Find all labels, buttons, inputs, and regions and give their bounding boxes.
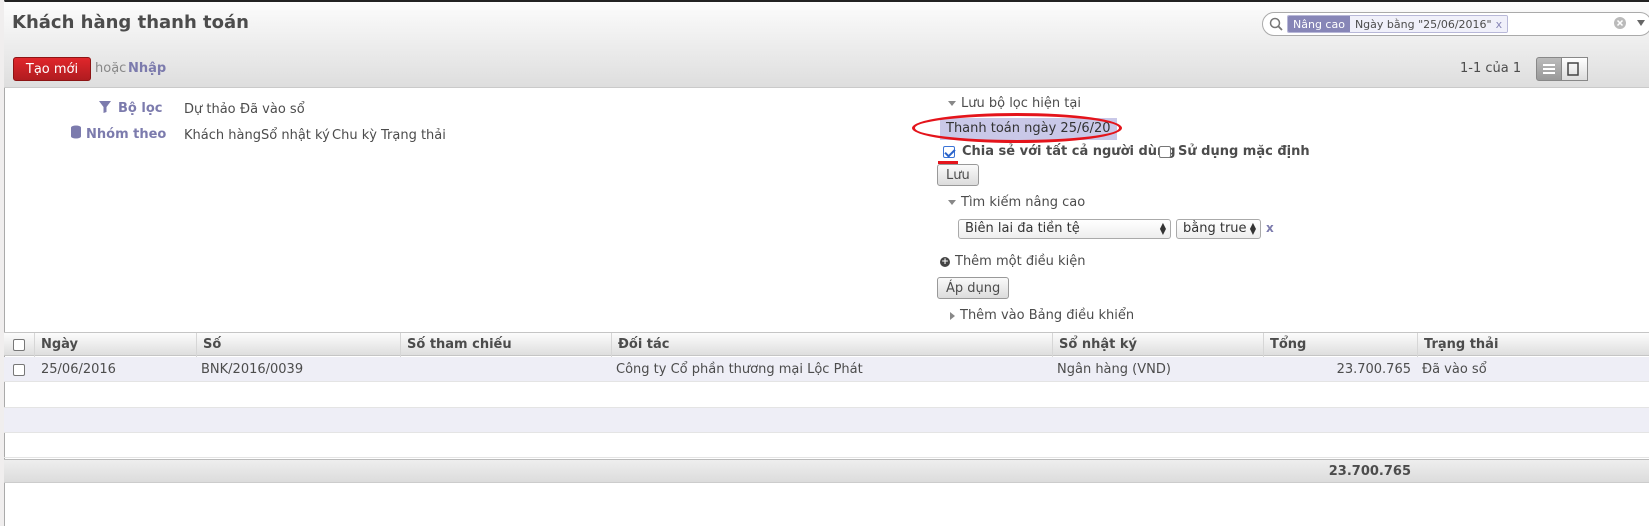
table-row[interactable]: 25/06/2016 BNK/2016/0039 Công ty Cổ phần… (4, 357, 1649, 382)
filter-option-posted[interactable]: Đã vào sổ (240, 102, 305, 117)
column-header-journal[interactable]: Sổ nhật ký (1052, 333, 1263, 357)
save-filter-title: Lưu bộ lọc hiện tại (961, 96, 1081, 111)
select-arrows-icon: ▲ ▼ (1159, 221, 1166, 236)
import-link[interactable]: Nhập (128, 61, 166, 76)
add-to-dashboard-label: Thêm vào Bảng điều khiển (960, 308, 1135, 323)
pager-value[interactable]: 1-1 của 1 (1460, 61, 1521, 76)
filter-option-draft[interactable]: Dự thảo (184, 102, 236, 117)
select-arrows-icon: ▲ ▼ (1249, 221, 1256, 236)
remove-condition-icon[interactable]: x (1266, 221, 1274, 235)
groupby-option-journal[interactable]: Sổ nhật ký (261, 128, 330, 143)
select-all-checkbox[interactable] (13, 339, 25, 351)
database-icon (71, 125, 81, 139)
empty-row (4, 433, 1649, 458)
facet-remove-icon[interactable]: x (1496, 18, 1503, 31)
condition-field-value: Biên lai đa tiền tệ (965, 221, 1080, 236)
search-icon (1269, 17, 1283, 31)
facet-category: Nâng cao (1288, 16, 1350, 32)
page-title: Khách hàng thanh toán (12, 12, 249, 33)
empty-row (4, 383, 1649, 408)
empty-row (4, 408, 1649, 433)
row-checkbox[interactable] (13, 364, 25, 376)
cell-number: BNK/2016/0039 (201, 362, 304, 377)
save-filter-toggle[interactable]: Lưu bộ lọc hiện tại (948, 96, 1081, 111)
cell-state: Đã vào sổ (1422, 362, 1487, 377)
add-to-dashboard-toggle[interactable]: Thêm vào Bảng điều khiển (950, 308, 1134, 323)
filter-icon (99, 101, 111, 113)
search-dropdown-icon[interactable] (1637, 20, 1645, 26)
default-checkbox[interactable] (1159, 146, 1171, 158)
column-header-date[interactable]: Ngày (34, 333, 196, 357)
form-view-icon (1567, 62, 1579, 76)
search-facet[interactable]: Nâng cao Ngày bằng "25/06/2016" x (1287, 15, 1509, 33)
column-header-reference[interactable]: Số tham chiếu (400, 333, 611, 357)
column-header-number[interactable]: Số (196, 333, 400, 357)
share-checkbox[interactable] (943, 146, 955, 158)
cell-date: 25/06/2016 (41, 362, 116, 377)
table-header: Ngày Số Số tham chiếu Đối tác Sổ nhật ký… (4, 332, 1649, 357)
groupby-option-state[interactable]: Trạng thải (381, 128, 446, 143)
caret-down-icon (948, 101, 956, 106)
footer-total: 23.700.765 (1328, 464, 1411, 479)
cell-journal: Ngân hàng (VND) (1057, 362, 1171, 377)
condition-field-select[interactable]: Biên lai đa tiền tệ ▲ ▼ (958, 219, 1171, 239)
add-condition-label: Thêm một điều kiện (955, 254, 1086, 269)
advanced-search-toggle[interactable]: Tìm kiếm nâng cao (948, 195, 1085, 210)
form-view-button[interactable] (1562, 57, 1588, 81)
facet-value: Ngày bằng "25/06/2016" x (1349, 16, 1508, 32)
control-panel: Khách hàng thanh toán Nâng cao Ngày bằng… (4, 2, 1649, 88)
groupby-option-customer[interactable]: Khách hàng (184, 128, 261, 143)
caret-right-icon (950, 311, 955, 320)
plus-circle-icon: + (940, 256, 950, 267)
column-header-total[interactable]: Tổng (1263, 333, 1417, 357)
table-footer: 23.700.765 (4, 459, 1649, 483)
facet-value-text: Ngày bằng "25/06/2016" (1354, 18, 1492, 31)
save-filter-button[interactable]: Lưu (937, 164, 979, 186)
cell-partner: Công ty Cổ phần thương mại Lộc Phát (616, 362, 863, 377)
column-header-partner[interactable]: Đối tác (611, 333, 1052, 357)
advanced-search-title: Tìm kiếm nâng cao (961, 195, 1086, 210)
filters-label: Bộ lọc (118, 101, 163, 116)
condition-operator-select[interactable]: bằng true ▲ ▼ (1176, 219, 1261, 239)
share-label: Chia sẻ với tất cả người dùng (962, 144, 1176, 159)
or-text: hoặc (95, 61, 127, 76)
create-button[interactable]: Tạo mới (13, 57, 91, 81)
cell-total: 23.700.765 (1336, 362, 1411, 377)
list-view-icon (1543, 64, 1555, 74)
annotation-ellipse (912, 113, 1122, 143)
groupby-option-period[interactable]: Chu kỳ (332, 128, 377, 143)
groupby-label: Nhóm theo (86, 127, 167, 142)
add-condition-link[interactable]: + Thêm một điều kiện (940, 254, 1085, 269)
list-view-button[interactable] (1536, 57, 1562, 81)
search-input[interactable]: Nâng cao Ngày bằng "25/06/2016" x (1262, 12, 1649, 36)
clear-search-icon[interactable] (1613, 16, 1627, 30)
column-header-state[interactable]: Trạng thải (1417, 333, 1649, 357)
default-label: Sử dụng mặc định (1178, 144, 1310, 159)
caret-down-icon (948, 200, 956, 205)
condition-operator-value: bằng true (1183, 221, 1247, 236)
apply-button[interactable]: Áp dụng (937, 277, 1010, 299)
